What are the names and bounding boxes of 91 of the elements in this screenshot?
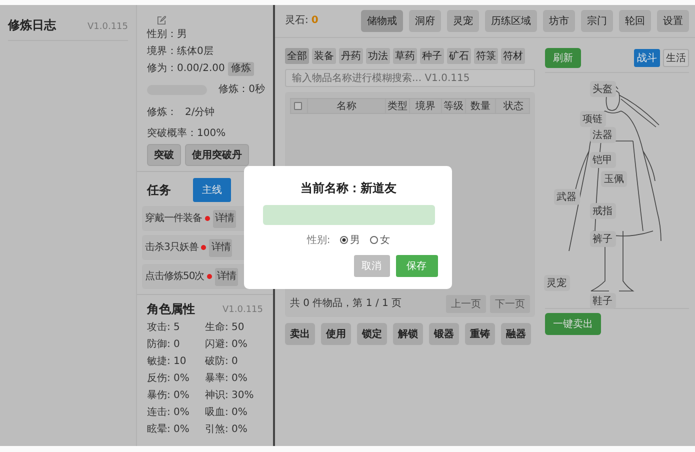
stat-text: 敏捷: 10 [147,356,188,368]
cultivation-time: 修炼：0秒 [218,83,265,97]
column-header: 状态 [495,99,531,113]
filter-tab[interactable]: 符材 [501,48,525,64]
stat-text: 眩晕: 0% [147,424,190,436]
edit-icon[interactable] [157,16,166,25]
realm-text: 境界：练体0层 [147,45,214,59]
equipment-slot[interactable]: 灵宠 [544,274,570,291]
column-header: 名称 [307,99,385,113]
task-text: 点击修炼50次 [145,270,204,284]
filter-tab[interactable]: 种子 [420,48,444,64]
nav-button[interactable]: 宗门 [581,10,613,32]
nav-button[interactable]: 设置 [657,10,689,32]
details-button[interactable]: 详情 [215,268,238,286]
equipment-slot[interactable]: 玉佩 [601,170,628,187]
equipment-slot[interactable]: 武器 [554,189,580,206]
column-header: 类型 [385,99,409,113]
rate-value: 2/分钟 [185,106,215,120]
action-button[interactable]: 锻器 [429,323,459,345]
version-label: V1.0.115 [222,304,263,314]
filter-tab[interactable]: 功法 [366,48,390,64]
nav-button[interactable]: 灵宠 [447,10,479,32]
column-header: 等级 [441,99,465,113]
filter-tab[interactable]: 装备 [312,48,336,64]
equipment-slot[interactable]: 鞋子 [590,293,616,310]
currency-label: 灵石: [285,14,308,28]
mode-tab[interactable]: 生活 [663,49,689,67]
action-button[interactable]: 融器 [501,323,531,345]
action-button[interactable]: 使用 [321,323,351,345]
select-all-checkbox[interactable] [294,102,302,110]
filter-tab[interactable]: 符箓 [474,48,498,64]
stat-text: 引煞: 0% [205,424,248,436]
breakthrough-button[interactable]: 突破 [147,144,181,166]
nav-button[interactable]: 坊市 [543,10,575,32]
equipment-slot[interactable]: 法器 [590,126,616,143]
column-header: 境界 [409,99,441,113]
stat-text: 攻击: 5 [147,322,181,334]
nav-button[interactable]: 储物戒 [361,10,403,32]
radio-button[interactable] [340,236,348,244]
currency-value: 0 [311,14,318,28]
equipment-slot[interactable]: 项链 [580,110,606,127]
gender-text: 性别：男 [147,28,188,42]
stat-text: 生命: 50 [205,322,246,334]
nav-button[interactable]: 洞府 [409,10,441,32]
filter-tab[interactable]: 全部 [285,48,309,64]
dialog-title: 当前名称：新道友 [300,180,396,196]
stat-text: 连击: 0% [147,407,190,419]
gender-label: 性别: [306,234,330,246]
equipment-slot[interactable]: 裤子 [590,230,616,247]
stat-text: 反伤: 0% [147,373,190,385]
breakthrough-button[interactable]: 使用突破丹 [185,144,249,166]
nav-button[interactable]: 轮回 [619,10,651,32]
filter-tab[interactable]: 丹药 [339,48,363,64]
task-text: 击杀3只妖兽 [145,240,198,254]
nav-button[interactable]: 历练区域 [485,10,537,32]
equipment-slot[interactable]: 头盔 [590,80,616,97]
cultivate-button[interactable]: 修炼 [228,62,254,76]
log-title: 修炼日志 [8,17,56,34]
breakthrough-chance: 突破概率：100% [147,127,227,141]
equipment-slot[interactable]: 戒指 [590,202,616,219]
details-button[interactable]: 详情 [213,210,236,228]
mode-tab[interactable]: 战斗 [634,49,660,67]
rate-label: 修炼： [147,106,177,120]
action-button[interactable]: 解锁 [393,323,423,345]
attributes-title: 角色属性 [147,301,195,318]
stat-text: 破防: 0 [205,356,239,368]
cultivation-text: 修为：0.00/2.00 [147,62,225,76]
action-button[interactable]: 卖出 [285,323,315,345]
stat-text: 暴伤: 0% [147,390,190,402]
stat-text: 暴率: 0% [205,373,248,385]
task-text: 穿戴一件装备 [145,212,202,226]
action-button[interactable]: 重铸 [465,323,495,345]
stat-text: 神识: 30% [205,390,255,402]
task-tab[interactable]: 主线 [193,178,231,202]
equipment-slot[interactable]: 铠甲 [590,152,616,168]
filter-tab[interactable]: 草药 [393,48,417,64]
filter-tab[interactable]: 矿石 [447,48,471,64]
stat-text: 吸血: 0% [205,407,248,419]
details-button[interactable]: 详情 [209,238,232,256]
search-field[interactable]: 输入物品名称进行模糊搜索... V1.0.115 [285,69,535,87]
radio-label: 男 [350,234,360,246]
radio-button[interactable] [370,236,378,244]
version-label: V1.0.115 [87,22,128,32]
radio-label: 女 [380,234,390,246]
column-header: 数量 [465,99,495,113]
stat-text: 防御: 0 [147,339,181,351]
action-button[interactable]: 锁定 [357,323,387,345]
item-count-text: 共 0 件物品，第 1 / 1 页 [290,297,402,311]
stat-text: 闪避: 0% [205,339,248,351]
name-field[interactable] [262,204,434,224]
task-title: 任务 [147,182,171,198]
